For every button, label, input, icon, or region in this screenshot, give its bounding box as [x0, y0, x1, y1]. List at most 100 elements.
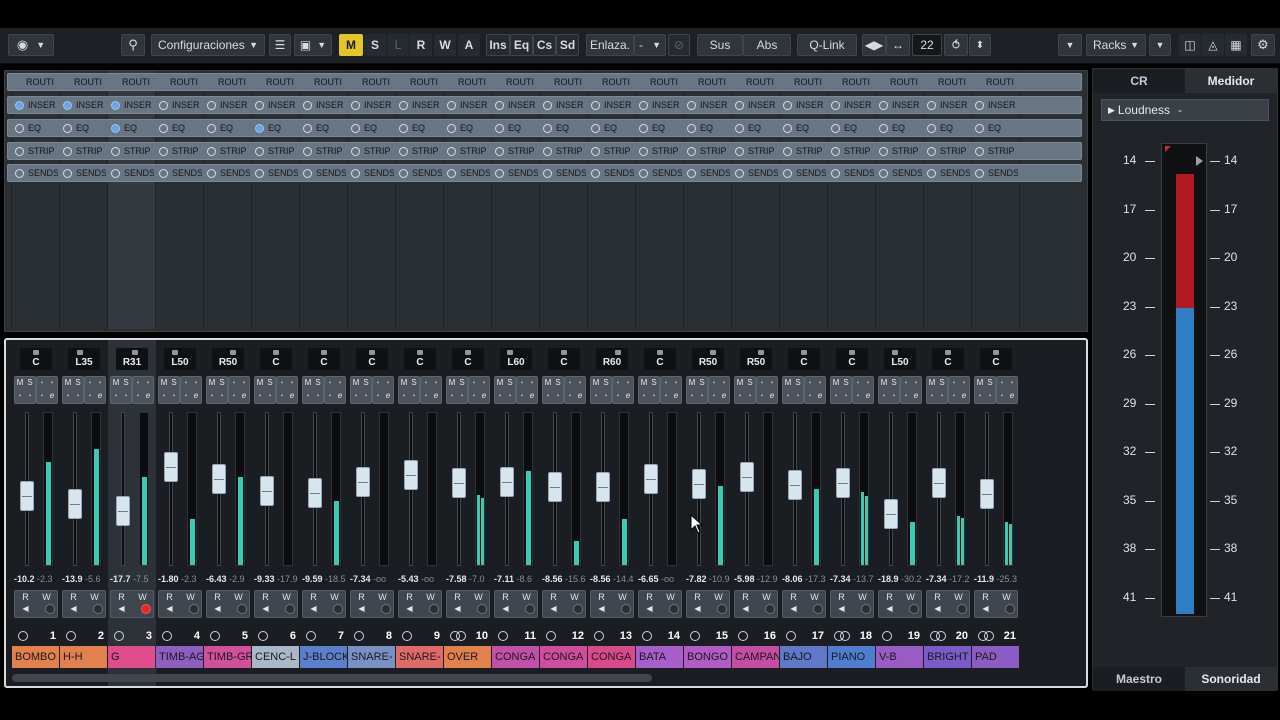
- link-disabled-button[interactable]: ⊘: [668, 34, 690, 56]
- mute-button[interactable]: M: [495, 378, 505, 387]
- solo-button[interactable]: S: [745, 378, 755, 387]
- read-automation-button[interactable]: R: [447, 592, 468, 602]
- rack-power-icon[interactable]: [111, 123, 120, 133]
- channel-name[interactable]: V-B: [876, 646, 923, 668]
- rack-cell-eq[interactable]: EQ: [684, 120, 730, 136]
- volume-readout[interactable]: -11.9 -25.3: [974, 574, 1017, 584]
- rack-cell-strip[interactable]: STRIP: [396, 143, 442, 159]
- channel-strip[interactable]: C M S • • • • • e -7.34 -17.2 R W ◀ 20 BRIGHT: [924, 340, 972, 686]
- rack-power-icon[interactable]: [591, 146, 600, 156]
- read-icon[interactable]: •: [661, 378, 671, 387]
- pan-control[interactable]: C: [644, 348, 676, 370]
- bypass-icon[interactable]: •: [181, 391, 191, 400]
- write-icon[interactable]: •: [719, 378, 729, 387]
- bypass-icon[interactable]: •: [325, 391, 335, 400]
- mute-solo-group[interactable]: M S • •: [398, 376, 420, 404]
- mute-button[interactable]: M: [111, 378, 121, 387]
- channel-name[interactable]: TIMB-AG: [156, 646, 203, 668]
- rack-cell-routing[interactable]: ROUTI: [492, 74, 538, 90]
- channel-edit-group[interactable]: • • • e: [804, 376, 826, 404]
- rack-cell-inserts[interactable]: INSER: [108, 97, 154, 113]
- read-icon[interactable]: •: [517, 378, 527, 387]
- mute-solo-group[interactable]: M S • •: [734, 376, 756, 404]
- rack-power-icon[interactable]: [207, 168, 216, 178]
- channel-strip[interactable]: R50MS•••••e-5.98 -12.9RW◀16CAMPANA: [732, 340, 780, 686]
- solo-button[interactable]: S: [457, 378, 467, 387]
- monitor-icon[interactable]: •: [889, 391, 899, 400]
- rack-cell-inserts[interactable]: INSER: [924, 97, 970, 113]
- read-icon[interactable]: •: [709, 378, 719, 387]
- rack-power-icon[interactable]: [879, 123, 888, 133]
- rack-power-icon[interactable]: [207, 123, 216, 133]
- channel-name[interactable]: PIANO: [828, 646, 875, 668]
- rack-power-icon[interactable]: [351, 146, 360, 156]
- rack-cell-routing[interactable]: ROUTI: [12, 74, 58, 90]
- monitor-toggle-icon[interactable]: ◀: [15, 604, 36, 613]
- solo-button[interactable]: S: [217, 378, 227, 387]
- channel-edit-group[interactable]: • • • e: [132, 376, 154, 404]
- volume-readout[interactable]: -8.56 -15.6: [542, 574, 586, 584]
- monitor-icon[interactable]: •: [841, 391, 851, 400]
- input-monitor-icon[interactable]: [786, 631, 796, 641]
- fader-track[interactable]: [121, 412, 125, 566]
- bypass-icon[interactable]: •: [757, 391, 767, 400]
- monitor-icon[interactable]: •: [793, 391, 803, 400]
- rack-cell-routing[interactable]: ROUTI: [252, 74, 298, 90]
- mute-solo-group[interactable]: M S • •: [302, 376, 324, 404]
- rack-power-icon[interactable]: [351, 168, 360, 178]
- monitor-toggle-icon[interactable]: ◀: [831, 604, 852, 613]
- rack-power-icon[interactable]: [399, 168, 408, 178]
- channel-edit-group[interactable]: • • • e: [564, 376, 586, 404]
- eq-bypass-button[interactable]: Eq: [510, 34, 533, 56]
- channel-strip[interactable]: R31 M S • • • • • e -17.7 -7.5 R W ◀ 3 G: [108, 340, 156, 686]
- write-automation-button[interactable]: W: [468, 592, 489, 602]
- write-automation-button[interactable]: W: [900, 592, 921, 602]
- monitor-toggle-icon[interactable]: ◀: [495, 604, 516, 613]
- read-icon[interactable]: •: [37, 378, 47, 387]
- rack-power-icon[interactable]: [303, 100, 312, 110]
- listen-icon[interactable]: •: [495, 391, 505, 400]
- rack-cell-routing[interactable]: ROUTI: [396, 74, 442, 90]
- rack-power-icon[interactable]: [735, 146, 744, 156]
- solo-button[interactable]: S: [937, 378, 947, 387]
- volume-fader-handle[interactable]: [260, 476, 274, 506]
- volume-readout[interactable]: -17.7 -7.5: [110, 574, 149, 584]
- mute-solo-group[interactable]: M S • •: [878, 376, 900, 404]
- rack-power-icon[interactable]: [975, 100, 984, 110]
- rack-cell-inserts[interactable]: INSER: [780, 97, 826, 113]
- rack-cell-strip[interactable]: STRIP: [300, 143, 346, 159]
- bypass-icon[interactable]: •: [997, 391, 1007, 400]
- read-automation-button[interactable]: R: [783, 592, 804, 602]
- monitor-toggle-icon[interactable]: ◀: [591, 604, 612, 613]
- edit-channel-icon[interactable]: e: [719, 391, 729, 400]
- monitor-toggle-icon[interactable]: ◀: [351, 604, 372, 613]
- channel-strip[interactable]: R60 M S • • • • • e -8.56 -14.4 R W ◀ 13 CONGA: [588, 340, 636, 686]
- rack-cell-eq[interactable]: EQ: [444, 120, 490, 136]
- link-dropdown[interactable]: - ▼: [634, 34, 666, 56]
- volume-fader-handle[interactable]: [356, 467, 370, 497]
- volume-readout[interactable]: -10.2 -2.3: [14, 574, 53, 584]
- rack-power-icon[interactable]: [831, 168, 840, 178]
- monitor-toggle-icon[interactable]: ◀: [207, 604, 228, 613]
- rack-power-icon[interactable]: [63, 168, 72, 178]
- rack-cell-inserts[interactable]: INSER: [492, 97, 538, 113]
- record-enable-button[interactable]: [285, 604, 295, 614]
- volume-fader-handle[interactable]: [308, 478, 322, 508]
- rack-power-icon[interactable]: [63, 100, 72, 110]
- volume-fader-handle[interactable]: [548, 472, 562, 502]
- rack-cell-sends[interactable]: SENDS: [252, 165, 298, 181]
- solo-button[interactable]: S: [841, 378, 851, 387]
- volume-readout[interactable]: -7.11 -8.6: [494, 574, 532, 584]
- rack-power-icon[interactable]: [255, 123, 264, 133]
- monitor-icon[interactable]: •: [745, 391, 755, 400]
- rack-power-icon[interactable]: [159, 123, 168, 133]
- rack-cell-inserts[interactable]: INSER: [972, 97, 1018, 113]
- rack-cell-routing[interactable]: ROUTI: [156, 74, 202, 90]
- bypass-icon[interactable]: •: [517, 391, 527, 400]
- volume-fader-handle[interactable]: [932, 468, 946, 498]
- rack-power-icon[interactable]: [735, 100, 744, 110]
- channel-name[interactable]: G: [108, 646, 155, 668]
- mute-button[interactable]: M: [207, 378, 217, 387]
- read-icon[interactable]: •: [757, 378, 767, 387]
- volume-readout[interactable]: -7.82 -10.9: [686, 574, 730, 584]
